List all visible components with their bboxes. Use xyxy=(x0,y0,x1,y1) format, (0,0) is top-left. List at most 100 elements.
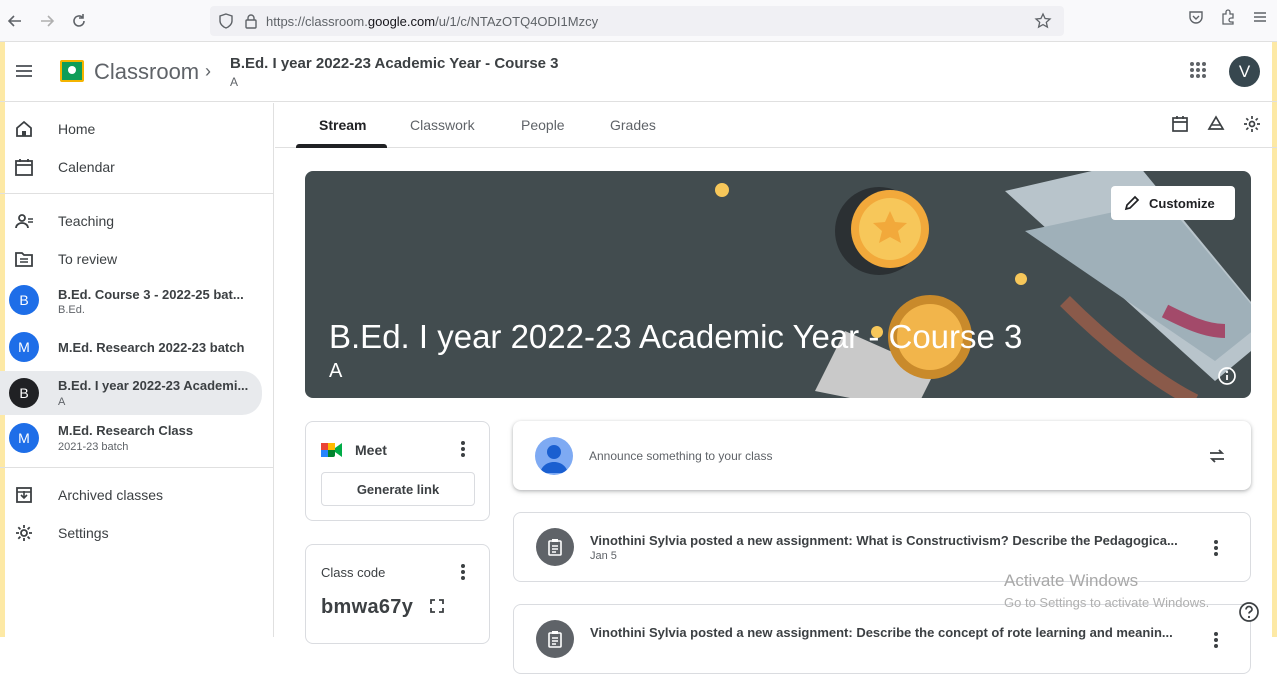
folder-review-icon xyxy=(15,252,33,267)
breadcrumb-section: A xyxy=(230,75,239,89)
windows-activation-subtitle: Go to Settings to activate Windows. xyxy=(1004,595,1210,610)
lock-icon xyxy=(245,14,257,29)
post-title: Vinothini Sylvia posted a new assignment… xyxy=(590,625,1173,640)
class-code-label: Class code xyxy=(321,565,386,580)
more-vert-icon[interactable] xyxy=(461,564,465,580)
class-name: B.Ed. I year 2022-23 Academi... xyxy=(58,378,249,393)
customize-label: Customize xyxy=(1149,195,1215,211)
account-avatar[interactable]: V xyxy=(1229,56,1260,87)
home-icon xyxy=(16,120,32,137)
customize-button[interactable]: Customize xyxy=(1111,186,1235,220)
google-apps-icon[interactable] xyxy=(1189,61,1207,79)
tab-grades[interactable]: Grades xyxy=(610,117,656,133)
archive-icon xyxy=(16,487,32,503)
more-vert-icon[interactable] xyxy=(1214,632,1218,648)
gear-icon xyxy=(16,525,32,541)
class-section: B.Ed. xyxy=(58,304,85,316)
shield-icon xyxy=(219,13,233,29)
fullscreen-icon[interactable] xyxy=(430,599,444,613)
class-avatar: B xyxy=(9,378,39,408)
banner-class-title: B.Ed. I year 2022-23 Academic Year - Cou… xyxy=(329,318,1023,355)
banner-class-section: A xyxy=(329,360,343,382)
help-icon[interactable] xyxy=(1238,601,1260,623)
sidebar-item-archived[interactable]: Archived classes xyxy=(0,475,262,515)
breadcrumb-class-title[interactable]: B.Ed. I year 2022-23 Academic Year - Cou… xyxy=(230,55,559,72)
url-text: https://classroom.google.com/u/1/c/NTAzO… xyxy=(266,13,599,29)
info-icon[interactable] xyxy=(1217,366,1237,386)
tab-people[interactable]: People xyxy=(521,117,565,133)
class-name: M.Ed. Research 2022-23 batch xyxy=(58,340,245,355)
main-menu-icon[interactable] xyxy=(14,63,34,79)
classroom-logo-icon[interactable] xyxy=(60,60,84,82)
more-vert-icon[interactable] xyxy=(461,441,465,457)
sidebar-item-calendar[interactable]: Calendar xyxy=(0,147,262,187)
sidebar-item-home[interactable]: Home xyxy=(0,109,262,149)
sidebar-item-label: Teaching xyxy=(58,213,115,229)
assignment-icon xyxy=(536,620,574,658)
drive-folder-icon[interactable] xyxy=(1207,115,1225,133)
active-tab-indicator xyxy=(296,144,387,148)
sidebar-class-item[interactable]: M M.Ed. Research 2022-23 batch xyxy=(0,327,262,367)
sidebar-item-label: Home xyxy=(58,121,96,137)
calendar-icon xyxy=(15,159,33,176)
sidebar-item-label: Calendar xyxy=(58,159,115,175)
sidebar-item-label: Archived classes xyxy=(58,487,164,503)
browser-actions xyxy=(1187,8,1269,26)
class-code-value: bmwa67y xyxy=(321,596,414,618)
assignment-icon xyxy=(536,528,574,566)
address-bar[interactable]: https://classroom.google.com/u/1/c/NTAzO… xyxy=(210,6,1064,36)
class-name: M.Ed. Research Class xyxy=(58,423,194,438)
class-section: A xyxy=(58,396,66,408)
class-avatar: M xyxy=(9,332,39,362)
sidebar-item-to-review[interactable]: To review xyxy=(0,239,262,279)
class-avatar: M xyxy=(9,423,39,453)
sidebar-divider xyxy=(0,193,274,194)
sidebar-class-item-active[interactable]: B B.Ed. I year 2022-23 Academi... A xyxy=(0,371,262,415)
tab-stream[interactable]: Stream xyxy=(319,117,366,133)
sidebar-class-item[interactable]: M M.Ed. Research Class 2021-23 batch xyxy=(0,417,262,459)
tab-classwork[interactable]: Classwork xyxy=(410,117,475,133)
teaching-icon xyxy=(15,214,33,229)
announce-box[interactable]: Announce something to your class xyxy=(513,421,1251,490)
class-settings-gear-icon[interactable] xyxy=(1243,115,1261,133)
pencil-icon xyxy=(1124,195,1140,211)
extensions-icon[interactable] xyxy=(1219,8,1237,26)
stream-post[interactable]: Vinothini Sylvia posted a new assignment… xyxy=(513,604,1251,674)
tab-actions xyxy=(1171,115,1261,133)
bookmark-star-icon[interactable] xyxy=(1034,12,1052,30)
repost-icon[interactable] xyxy=(1207,446,1227,466)
google-meet-icon xyxy=(321,443,342,457)
browser-menu-icon[interactable] xyxy=(1251,8,1269,26)
stream-post[interactable]: Vinothini Sylvia posted a new assignment… xyxy=(513,512,1251,582)
user-avatar xyxy=(535,437,573,475)
sidebar-item-label: To review xyxy=(58,251,118,267)
forward-icon[interactable] xyxy=(32,6,62,36)
sidebar-class-item[interactable]: B B.Ed. Course 3 - 2022-25 bat... B.Ed. xyxy=(0,280,262,320)
meet-card: Meet Generate link xyxy=(305,421,490,521)
sidebar: Home Calendar Teaching To review B B.Ed.… xyxy=(0,103,274,637)
post-date: Jan 5 xyxy=(590,550,617,562)
announce-placeholder: Announce something to your class xyxy=(589,449,773,463)
chevron-right-icon: › xyxy=(205,61,211,81)
class-name: B.Ed. Course 3 - 2022-25 bat... xyxy=(58,287,244,302)
post-title: Vinothini Sylvia posted a new assignment… xyxy=(590,533,1178,548)
class-code-card: Class code bmwa67y xyxy=(305,544,490,644)
app-header: Classroom › B.Ed. I year 2022-23 Academi… xyxy=(0,42,1277,102)
meet-title: Meet xyxy=(355,442,387,458)
class-banner: B.Ed. I year 2022-23 Academic Year - Cou… xyxy=(305,171,1251,398)
calendar-icon[interactable] xyxy=(1171,115,1189,133)
windows-activation-title: Activate Windows xyxy=(1004,571,1139,590)
back-icon[interactable] xyxy=(0,6,30,36)
reload-icon[interactable] xyxy=(64,6,94,36)
class-tabs: Stream Classwork People Grades xyxy=(275,103,1277,148)
sidebar-item-settings[interactable]: Settings xyxy=(0,513,262,553)
class-avatar: B xyxy=(9,285,39,315)
more-vert-icon[interactable] xyxy=(1214,540,1218,556)
pocket-icon[interactable] xyxy=(1187,8,1205,26)
class-section: 2021-23 batch xyxy=(58,441,129,453)
generate-link-button[interactable]: Generate link xyxy=(321,472,475,506)
sidebar-item-teaching[interactable]: Teaching xyxy=(0,201,262,241)
app-name[interactable]: Classroom xyxy=(94,59,199,85)
banner-illustration xyxy=(715,171,1251,398)
browser-toolbar: https://classroom.google.com/u/1/c/NTAzO… xyxy=(0,0,1277,42)
